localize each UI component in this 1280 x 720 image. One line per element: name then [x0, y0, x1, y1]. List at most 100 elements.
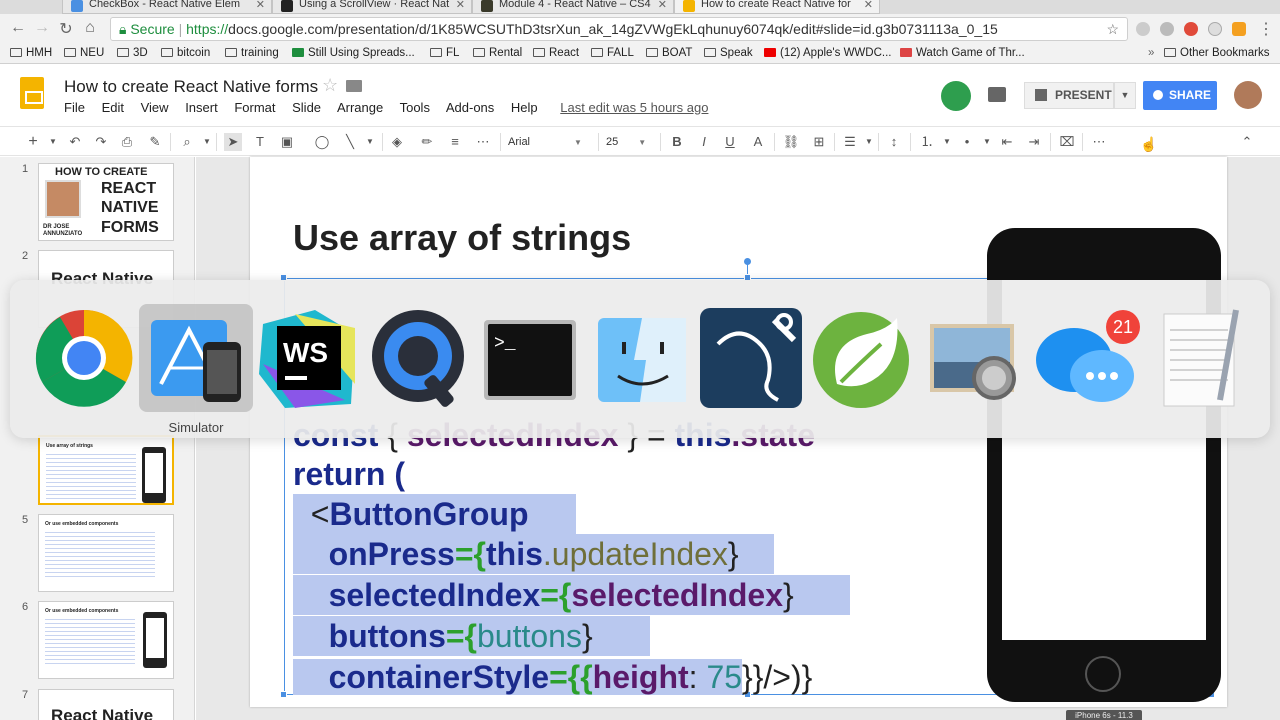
text-color-icon[interactable]: A — [749, 133, 767, 151]
spring-tool-suite-app-icon[interactable] — [807, 304, 915, 412]
close-icon[interactable]: ✕ — [658, 0, 667, 11]
menu-format[interactable]: Format — [234, 100, 275, 115]
code-line[interactable]: onPress={this.updateIndex} — [293, 534, 774, 574]
chevron-down-icon[interactable]: ▼ — [860, 133, 878, 151]
bookmark-item[interactable]: React — [533, 47, 579, 59]
chrome-app-icon[interactable] — [30, 304, 138, 412]
bookmark-item[interactable]: FALL — [591, 47, 634, 59]
webstorm-app-icon[interactable]: WS — [255, 304, 363, 412]
collapse-chevron-up-icon[interactable]: ⌃ — [1238, 133, 1256, 151]
image-icon[interactable]: ▣ — [278, 133, 296, 151]
align-left-icon[interactable]: ☰ — [841, 133, 859, 151]
add-comment-icon[interactable]: ⊞ — [810, 133, 828, 151]
mysql-workbench-app-icon[interactable] — [698, 304, 806, 412]
chevron-down-icon[interactable]: ▼ — [978, 133, 996, 151]
forward-arrow-icon[interactable]: → — [32, 19, 52, 37]
address-bar[interactable]: 🔒︎ Secure | https://docs.google.com/pres… — [110, 17, 1128, 41]
extension-icon[interactable] — [1160, 22, 1174, 36]
back-arrow-icon[interactable]: ← — [8, 19, 28, 37]
menu-arrange[interactable]: Arrange — [337, 100, 383, 115]
present-button[interactable]: PRESENT — [1024, 82, 1114, 109]
last-edit-link[interactable]: Last edit was 5 hours ago — [560, 100, 708, 115]
resize-handle[interactable] — [280, 691, 287, 698]
bookmark-star-icon[interactable]: ☆ — [1106, 18, 1119, 40]
bulleted-list-icon[interactable]: • — [958, 133, 976, 151]
fill-color-icon[interactable]: ◈ — [388, 133, 406, 151]
border-color-icon[interactable]: ✏ — [418, 133, 436, 151]
print-icon[interactable]: ⎙ — [118, 133, 136, 151]
extension-icon[interactable] — [1232, 22, 1246, 36]
bookmark-item[interactable]: training — [225, 47, 279, 59]
border-weight-icon[interactable]: ≡ — [446, 133, 464, 151]
menu-file[interactable]: File — [64, 100, 85, 115]
menu-tools[interactable]: Tools — [400, 100, 430, 115]
border-dash-icon[interactable]: ⋯ — [474, 133, 492, 151]
menu-help[interactable]: Help — [511, 100, 538, 115]
google-slides-logo-icon[interactable] — [20, 77, 44, 109]
browser-tab[interactable]: Module 4 - React Native – CS4 ✕ — [472, 0, 674, 14]
rotate-handle[interactable] — [744, 258, 751, 265]
text-box-icon[interactable]: T — [251, 133, 269, 151]
menu-slide[interactable]: Slide — [292, 100, 321, 115]
messages-app-icon[interactable]: 21 — [1034, 304, 1142, 412]
font-size-select[interactable]: 25 ▼ — [606, 133, 654, 152]
chevron-down-icon[interactable]: ▼ — [198, 133, 216, 151]
finder-app-icon[interactable] — [590, 304, 698, 412]
bookmark-item[interactable]: NEU — [64, 47, 104, 59]
preview-app-icon[interactable] — [920, 304, 1028, 412]
textedit-app-icon[interactable] — [1150, 304, 1258, 412]
clear-formatting-icon[interactable]: ⌧ — [1058, 133, 1076, 151]
browser-tab-active[interactable]: How to create React Native for ✕ — [674, 0, 880, 14]
bookmark-item[interactable]: (12) Apple's WWDC... — [764, 47, 891, 59]
share-button[interactable]: SHARE — [1143, 81, 1217, 110]
font-family-select[interactable]: Arial ▼ — [508, 133, 588, 152]
numbered-list-icon[interactable]: ⒈ — [918, 133, 936, 151]
italic-icon[interactable]: I — [695, 133, 713, 151]
folder-icon[interactable] — [346, 80, 362, 92]
line-spacing-icon[interactable]: ↕ — [885, 133, 903, 151]
increase-indent-icon[interactable]: ⇥ — [1025, 133, 1043, 151]
browser-tab[interactable]: CheckBox - React Native Elem ✕ — [62, 0, 272, 14]
slide-thumbnail[interactable]: Or use embedded components — [38, 514, 174, 592]
menu-dots-icon[interactable]: ⋮ — [1256, 19, 1276, 39]
paint-format-icon[interactable]: ✎ — [146, 133, 164, 151]
terminal-app-icon[interactable]: >_ — [478, 304, 586, 412]
menu-addons[interactable]: Add-ons — [446, 100, 494, 115]
code-line[interactable]: containerStyle={{height: 75}}/>)} — [293, 657, 812, 697]
decrease-indent-icon[interactable]: ⇤ — [998, 133, 1016, 151]
bold-icon[interactable]: B — [668, 133, 686, 151]
select-cursor-icon[interactable]: ➤ — [224, 133, 242, 151]
bookmark-item[interactable]: Watch Game of Thr... — [900, 47, 1025, 59]
new-slide-plus-icon[interactable]: + — [24, 133, 42, 151]
redo-icon[interactable]: ↷ — [92, 133, 110, 151]
home-icon[interactable]: ⌂ — [80, 19, 100, 37]
menu-insert[interactable]: Insert — [185, 100, 218, 115]
star-icon[interactable]: ☆ — [322, 75, 338, 96]
code-line[interactable]: buttons={buttons} — [293, 616, 650, 656]
extension-icon[interactable] — [1208, 22, 1222, 36]
reload-icon[interactable]: ↻ — [56, 19, 76, 39]
bookmark-item[interactable]: Rental — [473, 47, 522, 59]
bookmark-item[interactable]: HMH — [10, 47, 52, 59]
chrome-extension-icon[interactable] — [1184, 22, 1198, 36]
bookmark-item[interactable]: Speak — [704, 47, 753, 59]
menu-view[interactable]: View — [141, 100, 169, 115]
slide-thumbnail-selected[interactable]: Use array of strings — [38, 435, 174, 505]
bookmark-item[interactable]: BOAT — [646, 47, 692, 59]
more-bookmarks-chevron-icon[interactable]: » — [1148, 47, 1154, 59]
home-button[interactable] — [1085, 656, 1121, 692]
chevron-down-icon[interactable]: ▼ — [938, 133, 956, 151]
extension-icon[interactable] — [1136, 22, 1150, 36]
bookmark-item[interactable]: Still Using Spreads... — [292, 47, 415, 59]
document-title[interactable]: How to create React Native forms — [64, 77, 318, 97]
bookmark-item[interactable]: FL — [430, 47, 459, 59]
menu-edit[interactable]: Edit — [102, 100, 124, 115]
slide-thumbnail[interactable]: HOW TO CREATE REACT NATIVE FORMS DR JOSE… — [38, 163, 174, 241]
link-icon[interactable]: ⛓ — [782, 133, 800, 151]
more-options-icon[interactable]: ⋯ — [1090, 133, 1108, 151]
bookmark-item[interactable]: bitcoin — [161, 47, 210, 59]
browser-tab[interactable]: Using a ScrollView · React Nat ✕ — [272, 0, 472, 14]
other-bookmarks[interactable]: Other Bookmarks — [1164, 47, 1269, 59]
slide-title[interactable]: Use array of strings — [293, 217, 631, 259]
line-icon[interactable]: ╲ — [341, 133, 359, 151]
